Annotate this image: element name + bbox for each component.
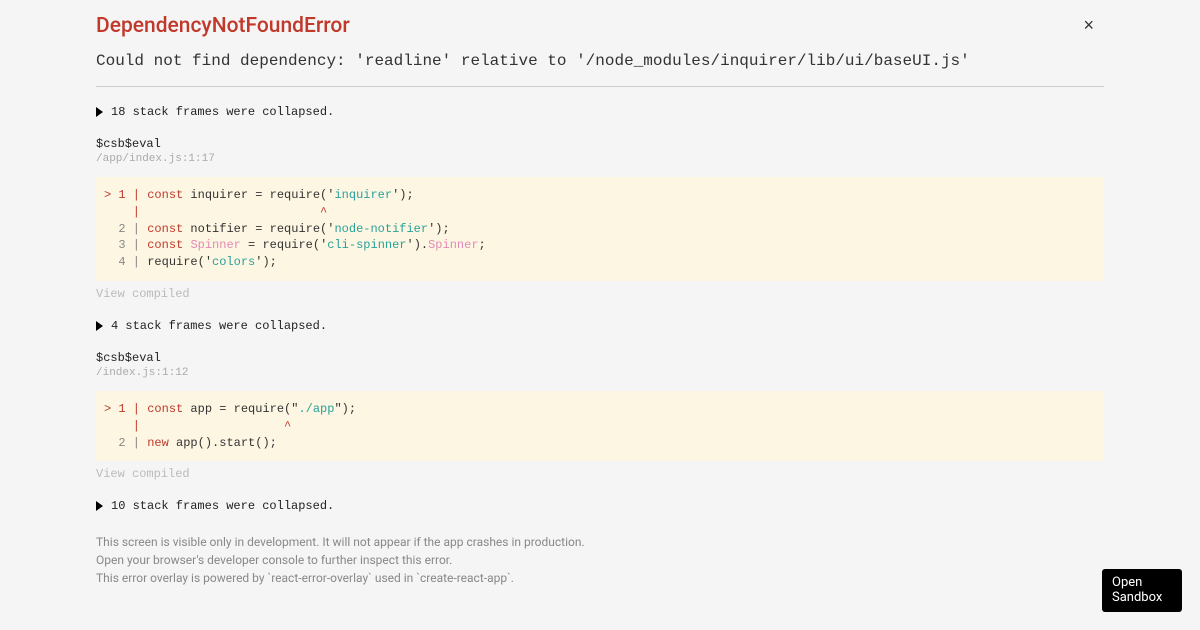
- open-sandbox-button[interactable]: Open Sandbox: [1102, 569, 1182, 612]
- line-marker: > 1 |: [104, 188, 147, 202]
- dev-footer: This screen is visible only in developme…: [96, 533, 1104, 587]
- stack-frame-location: /index.js:1:12: [96, 367, 1104, 379]
- footer-line: This screen is visible only in developme…: [96, 533, 1104, 551]
- divider: [96, 86, 1104, 87]
- error-message: Could not find dependency: 'readline' re…: [96, 52, 1104, 70]
- collapsed-frames-toggle[interactable]: 10 stack frames were collapsed.: [96, 499, 1104, 513]
- stack-frame-function: $csb$eval: [96, 351, 1104, 365]
- code-snippet: > 1 | const inquirer = require('inquirer…: [96, 177, 1104, 281]
- collapsed-frames-toggle[interactable]: 18 stack frames were collapsed.: [96, 105, 1104, 119]
- footer-line: Open your browser's developer console to…: [96, 551, 1104, 569]
- error-title: DependencyNotFoundError: [96, 14, 1104, 38]
- chevron-right-icon: [96, 107, 103, 117]
- view-compiled-link[interactable]: View compiled: [96, 467, 1104, 481]
- collapsed-label: 10 stack frames were collapsed.: [111, 499, 334, 513]
- stack-frame-location: /app/index.js:1:17: [96, 153, 1104, 165]
- line-marker: > 1 |: [104, 402, 147, 416]
- chevron-right-icon: [96, 501, 103, 511]
- error-overlay: × DependencyNotFoundError Could not find…: [0, 0, 1200, 607]
- close-button[interactable]: ×: [1083, 16, 1094, 34]
- collapsed-label: 4 stack frames were collapsed.: [111, 319, 327, 333]
- error-caret: | ^: [104, 205, 327, 219]
- view-compiled-link[interactable]: View compiled: [96, 287, 1104, 301]
- code-snippet: > 1 | const app = require("./app"); | ^ …: [96, 391, 1104, 461]
- error-caret: | ^: [104, 419, 291, 433]
- stack-frame-function: $csb$eval: [96, 137, 1104, 151]
- chevron-right-icon: [96, 321, 103, 331]
- collapsed-label: 18 stack frames were collapsed.: [111, 105, 334, 119]
- collapsed-frames-toggle[interactable]: 4 stack frames were collapsed.: [96, 319, 1104, 333]
- footer-line: This error overlay is powered by `react-…: [96, 569, 1104, 587]
